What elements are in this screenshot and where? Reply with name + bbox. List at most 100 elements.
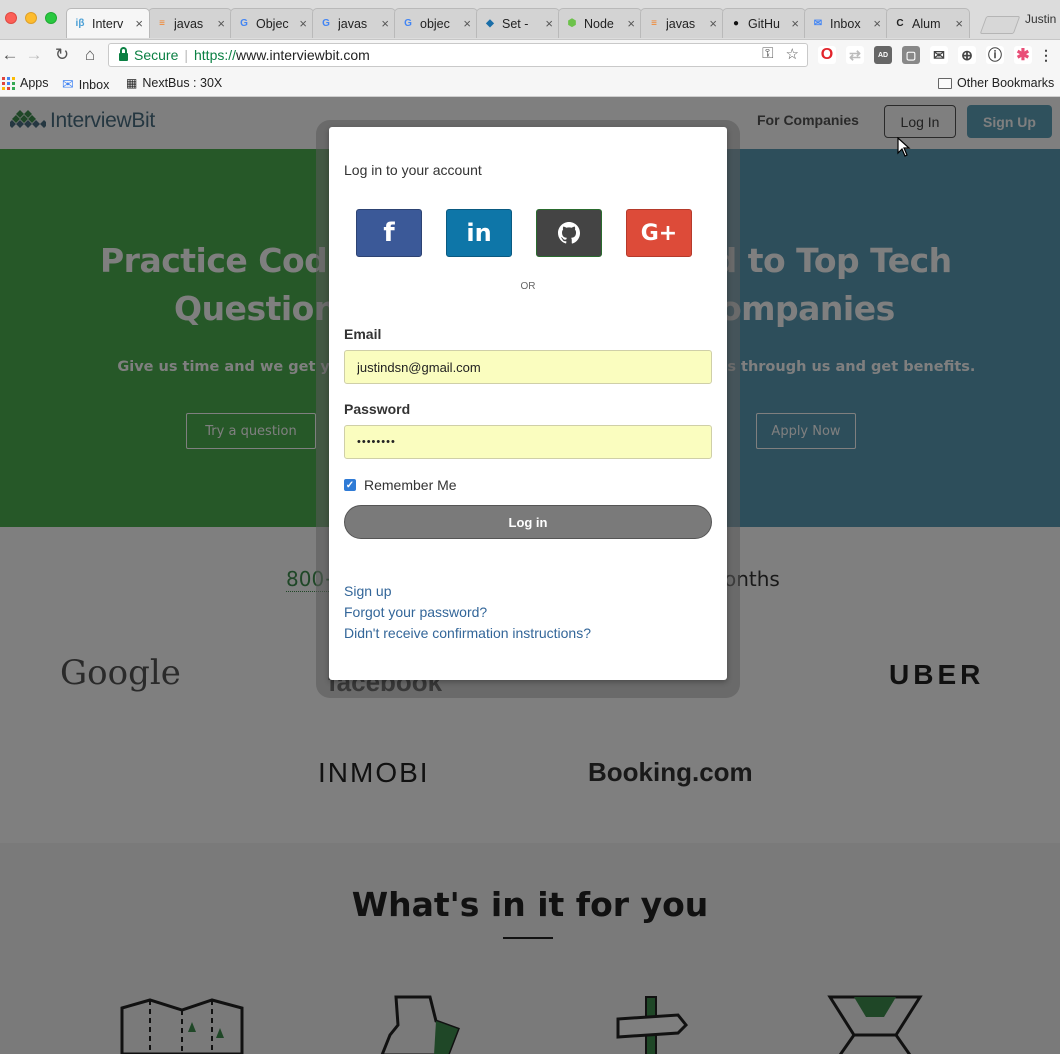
bookmark-apps[interactable]: Apps (2, 76, 49, 90)
url-scheme: https:// (194, 47, 237, 63)
github-icon (558, 222, 580, 244)
tab-close-icon[interactable]: × (955, 16, 963, 31)
browser-tab[interactable]: C Alum × (886, 8, 970, 38)
extension-icon[interactable]: ▢ (902, 46, 920, 64)
tab-close-icon[interactable]: × (873, 16, 881, 31)
mouse-cursor-icon (897, 137, 911, 157)
bus-icon: ▦ (126, 76, 138, 90)
address-bar[interactable]: Secure | https:// www.interviewbit.com ⚿… (108, 43, 808, 67)
signup-link[interactable]: Sign up (344, 583, 391, 599)
reload-icon[interactable]: ↻ (52, 45, 72, 65)
browser-tab[interactable]: iβ Interv × (66, 8, 150, 38)
address-separator: | (184, 47, 188, 63)
bookmark-nextbus[interactable]: ▦ NextBus : 30X (126, 76, 222, 90)
bookmark-other[interactable]: Other Bookmarks (938, 76, 1054, 90)
opera-icon[interactable]: O (818, 46, 836, 64)
browser-tab[interactable]: G Objec × (230, 8, 314, 38)
tab-label: javas (338, 16, 368, 31)
browser-tab[interactable]: Gjavas × (312, 8, 396, 38)
email-field[interactable] (344, 350, 712, 384)
browser-tab[interactable]: ◆ Set - × (476, 8, 560, 38)
modal-title: Log in to your account (344, 162, 482, 178)
github-login-button[interactable] (536, 209, 602, 257)
bookmark-star-icon[interactable]: ☆ (786, 45, 799, 63)
login-modal: Log in to your account f in G+ OR Email … (329, 127, 727, 680)
tab-label: javas (174, 16, 204, 31)
tab-label: GitHu (748, 16, 780, 31)
tab-close-icon[interactable]: × (791, 16, 799, 31)
browser-tab[interactable]: ● GitHu × (722, 8, 806, 38)
browser-tab[interactable]: ✉ Inbox × (804, 8, 888, 38)
tab-favicon-icon: ≡ (159, 18, 165, 29)
asterisk-icon[interactable]: ✱ (1014, 46, 1032, 64)
url-host: www.interviewbit.com (236, 47, 370, 63)
tab-label: objec (420, 16, 450, 31)
tab-close-icon[interactable]: × (627, 16, 635, 31)
globe-icon[interactable]: ⊕ (958, 46, 976, 64)
tab-close-icon[interactable]: × (135, 16, 143, 31)
back-icon[interactable]: ← (0, 45, 20, 65)
tab-label: javas (666, 16, 696, 31)
tab-favicon-icon: ≡ (651, 18, 657, 29)
ad-block-icon[interactable]: AD (874, 46, 892, 64)
tab-favicon-icon: ◆ (486, 18, 494, 29)
new-tab-button[interactable] (979, 16, 1021, 34)
apps-icon (2, 76, 15, 90)
google-plus-login-button[interactable]: G+ (626, 209, 692, 257)
window-minimize-button[interactable] (25, 12, 37, 24)
inbox-icon: ✉ (62, 76, 74, 92)
tab-close-icon[interactable]: × (709, 16, 717, 31)
remember-me-label: Remember Me (364, 477, 457, 493)
mail-icon[interactable]: ✉ (930, 46, 948, 64)
tab-label: Alum (912, 16, 941, 31)
tab-favicon-icon: G (240, 18, 248, 29)
tab-close-icon[interactable]: × (217, 16, 225, 31)
home-icon[interactable]: ⌂ (80, 45, 100, 65)
remember-me[interactable]: ✓ Remember Me (344, 477, 457, 493)
browser-tab[interactable]: ⬢ Node × (558, 8, 642, 38)
password-label: Password (344, 401, 411, 417)
tab-label: Set - (502, 16, 529, 31)
browser-tab[interactable]: ≡ javas × (640, 8, 724, 38)
browser-tab[interactable]: ≡ javas × (148, 8, 232, 38)
tab-favicon-icon: G (404, 18, 412, 29)
tab-close-icon[interactable]: × (463, 16, 471, 31)
tab-close-icon[interactable]: × (299, 16, 307, 31)
facebook-icon: f (383, 218, 395, 248)
tab-label: Interv (92, 16, 124, 31)
facebook-login-button[interactable]: f (356, 209, 422, 257)
tab-favicon-icon: iβ (75, 18, 85, 29)
browser-tab[interactable]: Gobjec × (394, 8, 478, 38)
tab-label: Node (584, 16, 614, 31)
resend-confirmation-link[interactable]: Didn't receive confirmation instructions… (344, 625, 591, 641)
tab-favicon-icon: G (322, 18, 330, 29)
bookmark-label: Apps (20, 76, 49, 90)
bookmarks-bar: Apps ✉ Inbox ▦ NextBus : 30X Other Bookm… (0, 70, 1060, 97)
bookmark-inbox[interactable]: ✉ Inbox (62, 76, 109, 93)
tab-label: Objec (256, 16, 289, 31)
password-field[interactable] (344, 425, 712, 459)
remember-me-checkbox[interactable]: ✓ (344, 479, 356, 491)
tab-favicon-icon: C (896, 18, 904, 29)
forgot-password-link[interactable]: Forgot your password? (344, 604, 487, 620)
extension-icons: O ⇄ AD ▢ ✉ ⊕ ⓘ ✱ ⋮ (818, 46, 1053, 64)
browser-toolbar: ← → ↻ ⌂ Secure | https:// www.interviewb… (0, 40, 1060, 70)
profile-name[interactable]: Justin (1025, 12, 1056, 26)
forward-icon[interactable]: → (24, 45, 44, 65)
tab-close-icon[interactable]: × (545, 16, 553, 31)
folder-icon (938, 77, 952, 89)
info-icon[interactable]: ⓘ (986, 46, 1004, 64)
window-zoom-button[interactable] (45, 12, 57, 24)
lock-icon (119, 46, 128, 61)
sync-icon[interactable]: ⇄ (846, 46, 864, 64)
login-submit-button[interactable]: Log in (344, 505, 712, 539)
secure-indicator[interactable]: Secure (119, 46, 178, 63)
window-close-button[interactable] (5, 12, 17, 24)
key-icon[interactable]: ⚿ (762, 45, 773, 63)
google-plus-icon: G+ (640, 220, 678, 246)
menu-icon[interactable]: ⋮ (1039, 46, 1053, 64)
email-label: Email (344, 326, 382, 342)
tab-close-icon[interactable]: × (381, 16, 389, 31)
browser-tab-bar: iβ Interv × ≡ javas × G Objec × Gjavas × Gobjec × ◆ Se… (0, 0, 1060, 40)
linkedin-login-button[interactable]: in (446, 209, 512, 257)
